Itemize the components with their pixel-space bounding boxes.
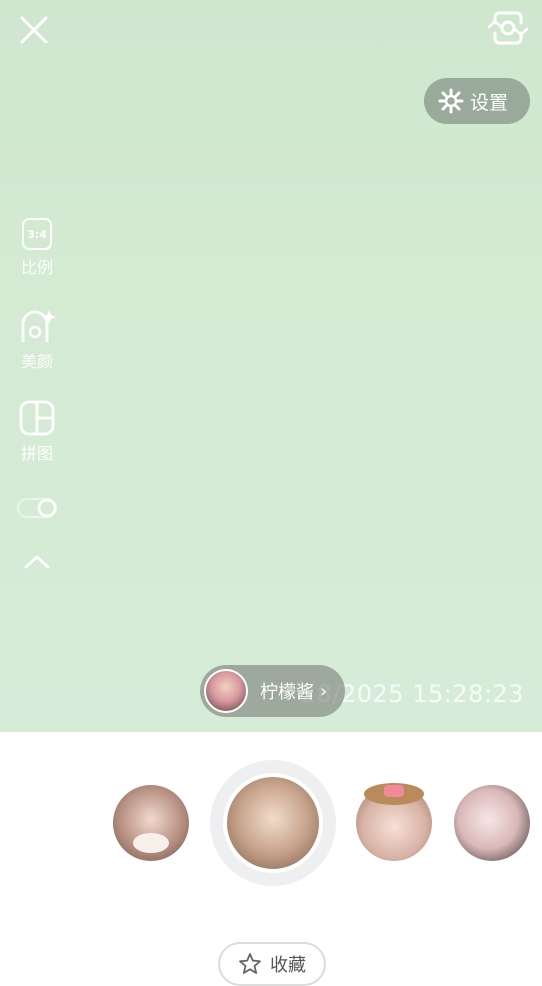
bow-sticker: [384, 785, 404, 797]
filter-thumb-4[interactable]: [454, 785, 530, 861]
close-button[interactable]: [14, 10, 54, 50]
camera-flip-icon: [487, 11, 529, 45]
gear-icon: [438, 88, 464, 114]
star-icon: [239, 953, 261, 974]
filter-thumb-3[interactable]: [356, 783, 432, 861]
favorite-button[interactable]: 收藏: [218, 942, 326, 986]
favorite-label: 收藏: [270, 955, 306, 976]
toggle-tool[interactable]: [12, 496, 62, 520]
aspect-ratio-tool[interactable]: 3:4 比例: [12, 218, 62, 278]
creator-avatar: [204, 669, 248, 713]
settings-label: 设置: [470, 91, 509, 114]
camera-flip-button[interactable]: [486, 8, 530, 48]
aspect-ratio-label: 比例: [20, 258, 53, 277]
toggle-icon: [17, 498, 57, 518]
beauty-icon: [21, 310, 56, 342]
aspect-ratio-value: 3:4: [27, 227, 47, 241]
collage-tool[interactable]: 拼图: [12, 400, 62, 464]
collage-icon: [19, 400, 55, 436]
beauty-label: 美颜: [20, 352, 53, 371]
collapse-tools-button[interactable]: [12, 552, 62, 572]
creator-button[interactable]: 柠檬酱 ›: [200, 665, 345, 717]
close-icon: [20, 16, 48, 44]
bear-sticker: [133, 833, 169, 853]
chevron-up-icon: [24, 555, 50, 569]
filter-thumb-1[interactable]: [113, 785, 189, 861]
settings-button[interactable]: 设置: [424, 78, 530, 124]
chevron-right-icon: ›: [320, 680, 328, 702]
collage-label: 拼图: [20, 444, 53, 463]
aspect-ratio-icon: 3:4: [22, 218, 52, 250]
beauty-tool[interactable]: 美颜: [12, 308, 62, 372]
creator-name: 柠檬酱: [260, 682, 314, 703]
filter-thumb-2-selected[interactable]: [223, 773, 323, 873]
camera-viewfinder[interactable]: 设置 3:4 比例 美颜 拼图 28/2025 15:28:23 柠檬酱 ›: [0, 0, 542, 732]
